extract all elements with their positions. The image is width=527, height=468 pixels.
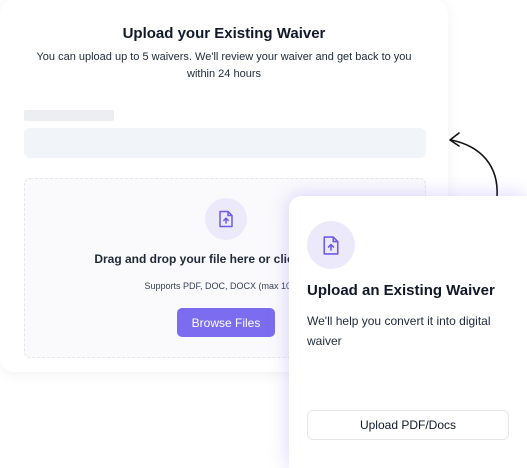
upload-form-subtitle: You can upload up to 5 waivers. We'll re… — [36, 51, 412, 80]
promo-card-title: Upload an Existing Waiver — [307, 282, 495, 299]
file-upload-icon — [205, 198, 247, 240]
curved-arrow-icon — [449, 132, 498, 198]
browse-files-button[interactable]: Browse Files — [177, 308, 275, 337]
promo-card-description: We'll help you convert it into digital w… — [307, 314, 491, 348]
field-label-placeholder — [24, 110, 114, 121]
upload-form-title: Upload your Existing Waiver — [122, 25, 326, 42]
file-upload-icon — [307, 221, 355, 269]
upload-waiver-promo-card: Upload an Existing Waiver We'll help you… — [289, 196, 527, 468]
text-field-placeholder[interactable] — [24, 128, 426, 158]
upload-pdf-docs-button[interactable]: Upload PDF/Docs — [307, 410, 509, 440]
